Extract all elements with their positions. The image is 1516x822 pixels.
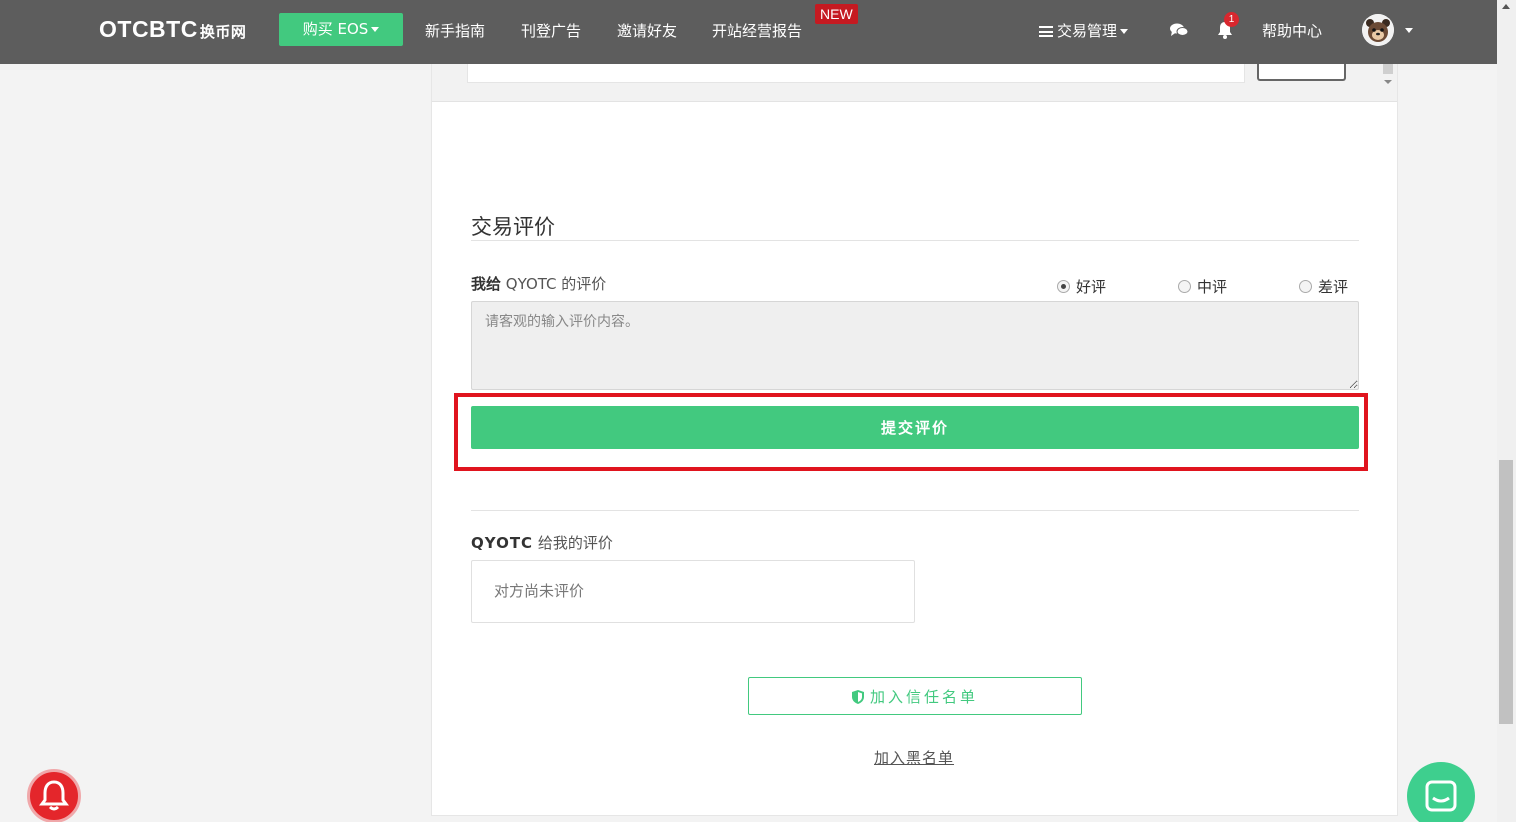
trade-rating-title: 交易评价: [471, 215, 555, 239]
radio-positive-label: 好评: [1076, 278, 1107, 296]
nav-invite-friends[interactable]: 邀请好友: [617, 20, 677, 41]
top-navbar: OTCBTC 换币网 购买 EOS 新手指南 刊登广告 邀请好友 开站经营报告 N…: [0, 0, 1497, 64]
add-trust-list-button[interactable]: 加入信任名单: [748, 677, 1082, 715]
their-rating-suffix: 给我的评价: [537, 534, 613, 552]
radio-positive[interactable]: 好评: [1057, 276, 1106, 297]
brand-name: OTCBTC: [99, 16, 198, 42]
rating-comment-input[interactable]: [471, 301, 1359, 390]
radio-negative[interactable]: 差评: [1299, 276, 1348, 297]
radio-neutral-label: 中评: [1197, 278, 1228, 296]
chat-message-input[interactable]: [467, 64, 1245, 83]
nav-site-report[interactable]: 开站经营报告: [712, 20, 802, 41]
their-rating-box: 对方尚未评价: [471, 560, 915, 623]
nav-newbie-guide[interactable]: 新手指南: [425, 20, 485, 41]
nav-post-ad[interactable]: 刊登广告: [521, 20, 581, 41]
their-rating-label: QYOTC 给我的评价: [471, 532, 613, 553]
trade-management-dropdown[interactable]: 交易管理: [1039, 20, 1129, 41]
my-rating-suffix: QYOTC 的评价: [505, 275, 607, 293]
radio-neutral[interactable]: 中评: [1178, 276, 1227, 297]
chat-bubbles-icon[interactable]: [1169, 22, 1189, 38]
buy-eos-dropdown-button[interactable]: 购买 EOS: [279, 13, 403, 46]
page-scrollbar[interactable]: [1497, 0, 1516, 822]
chat-widget-icon[interactable]: [1407, 762, 1475, 822]
scroll-up-arrow-icon[interactable]: [1502, 4, 1510, 9]
chevron-down-icon[interactable]: [1405, 28, 1413, 33]
new-badge: NEW: [815, 4, 858, 24]
section-divider: [471, 510, 1359, 511]
send-message-button[interactable]: [1257, 64, 1346, 81]
nav-help-center[interactable]: 帮助中心: [1262, 20, 1322, 41]
brand-logo[interactable]: OTCBTC 换币网: [99, 16, 246, 43]
trade-management-label: 交易管理: [1057, 22, 1118, 40]
chat-scrollbar-thumb[interactable]: [1383, 64, 1393, 74]
radio-positive-dot[interactable]: [1057, 280, 1070, 293]
list-icon: [1039, 26, 1053, 37]
notification-count-badge: 1: [1224, 12, 1239, 27]
scrollbar-thumb[interactable]: [1499, 460, 1513, 724]
chat-area-remnant: [432, 64, 1397, 102]
brand-subtitle: 换币网: [199, 24, 247, 41]
my-rating-prefix: 我给: [471, 275, 502, 293]
section-divider: [471, 240, 1359, 241]
their-rating-value: 对方尚未评价: [494, 582, 585, 600]
avatar-icon[interactable]: [1362, 14, 1394, 46]
notification-bell-icon[interactable]: [27, 769, 81, 822]
chevron-down-icon: [371, 27, 380, 32]
add-trust-list-label: 加入信任名单: [869, 687, 978, 706]
buy-eos-label: 购买 EOS: [302, 20, 369, 38]
my-rating-label: 我给 QYOTC 的评价: [471, 273, 606, 294]
add-blacklist-link[interactable]: 加入黑名单: [874, 747, 954, 768]
chat-scroll-down-arrow-icon[interactable]: [1384, 80, 1392, 84]
rating-card: 交易评价 我给 QYOTC 的评价 好评 中评 差评 提交评价 QYOTC 给我…: [431, 64, 1398, 816]
chevron-down-icon: [1120, 29, 1129, 34]
submit-rating-button[interactable]: 提交评价: [471, 406, 1359, 449]
radio-negative-dot[interactable]: [1299, 280, 1312, 293]
radio-negative-label: 差评: [1318, 278, 1349, 296]
their-rating-name: QYOTC: [471, 534, 534, 552]
radio-neutral-dot[interactable]: [1178, 280, 1191, 293]
shield-icon: [851, 689, 864, 704]
